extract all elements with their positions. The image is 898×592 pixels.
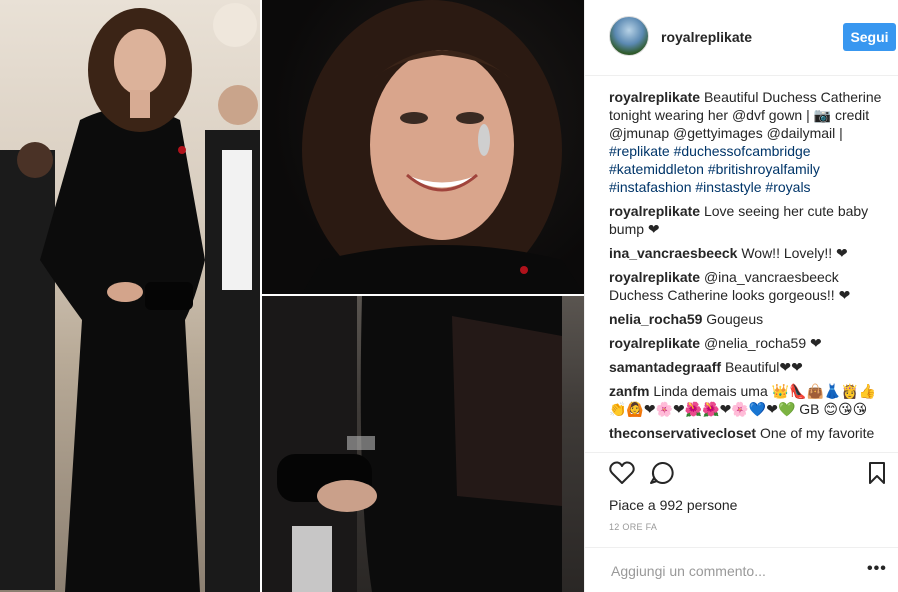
comment-username[interactable]: zanfm	[609, 383, 649, 399]
caption: royalreplikate Beautiful Duchess Catheri…	[609, 88, 887, 196]
avatar[interactable]	[609, 16, 649, 56]
comment-text: Gougeus	[706, 311, 764, 327]
comment-item: ina_vancraesbeeck Wow!! Lovely!! ❤	[609, 244, 887, 262]
post-username[interactable]: royalreplikate	[661, 29, 752, 45]
photo-full-length	[0, 0, 260, 592]
add-comment-input[interactable]	[609, 562, 853, 580]
collage-divider-vertical	[260, 0, 262, 592]
comment-text: Beautiful❤❤	[724, 359, 803, 375]
caption-hashtags[interactable]: #replikate #duchessofcambridge #katemidd…	[609, 143, 820, 195]
speech-bubble-icon[interactable]	[649, 461, 675, 490]
comment-username[interactable]: nelia_rocha59	[609, 311, 702, 327]
comment-username[interactable]: theconservativecloset	[609, 425, 756, 441]
comment-item: royalreplikate Love seeing her cute baby…	[609, 202, 887, 238]
comment-item: nelia_rocha59 Gougeus	[609, 310, 887, 328]
heart-outline-icon[interactable]	[609, 461, 635, 490]
comment-item: zanfm Linda demais uma 👑👠👜👗👸👍👏🙆❤🌸❤🌺🌺❤🌸💙❤…	[609, 382, 887, 418]
caption-username[interactable]: royalreplikate	[609, 89, 700, 105]
photo-dress-detail	[262, 296, 584, 592]
comment-item: royalreplikate @nelia_rocha59 ❤	[609, 334, 887, 352]
more-options-button[interactable]: •••	[867, 560, 887, 578]
collage-divider-horizontal	[262, 294, 584, 296]
comment-text: @nelia_rocha59 ❤	[703, 335, 822, 351]
comment-text: One of my favorite	[759, 425, 875, 441]
comment-text: Wow!! Lovely!! ❤	[741, 245, 848, 261]
comments-list[interactable]: royalreplikate Beautiful Duchess Catheri…	[609, 88, 887, 450]
comment-username[interactable]: royalreplikate	[609, 269, 700, 285]
comment-username[interactable]: royalreplikate	[609, 335, 700, 351]
post-sidebar: royalreplikate Segui royalreplikate Beau…	[584, 0, 898, 592]
bookmark-icon[interactable]	[867, 461, 887, 490]
comment-text: Linda demais uma 👑👠👜👗👸👍👏🙆❤🌸❤🌺🌺❤🌸💙❤💚 GB 😊…	[609, 383, 877, 417]
comment-item: royalreplikate @ina_vancraesbeeck Duches…	[609, 268, 887, 304]
post-photo-collage[interactable]	[0, 0, 584, 592]
post-actions-bar	[585, 452, 898, 492]
post-timestamp: 12 ORE FA	[609, 522, 658, 532]
photo-closeup	[262, 0, 584, 294]
post-header: royalreplikate Segui	[585, 0, 898, 76]
likes-count[interactable]: Piace a 992 persone	[609, 497, 737, 513]
comment-username[interactable]: ina_vancraesbeeck	[609, 245, 737, 261]
comment-item: theconservativecloset One of my favorite	[609, 424, 887, 442]
follow-button[interactable]: Segui	[843, 23, 896, 51]
comment-item: samantadegraaff Beautiful❤❤	[609, 358, 887, 376]
comment-username[interactable]: samantadegraaff	[609, 359, 721, 375]
comment-username[interactable]: royalreplikate	[609, 203, 700, 219]
add-comment-bar: •••	[585, 547, 898, 592]
